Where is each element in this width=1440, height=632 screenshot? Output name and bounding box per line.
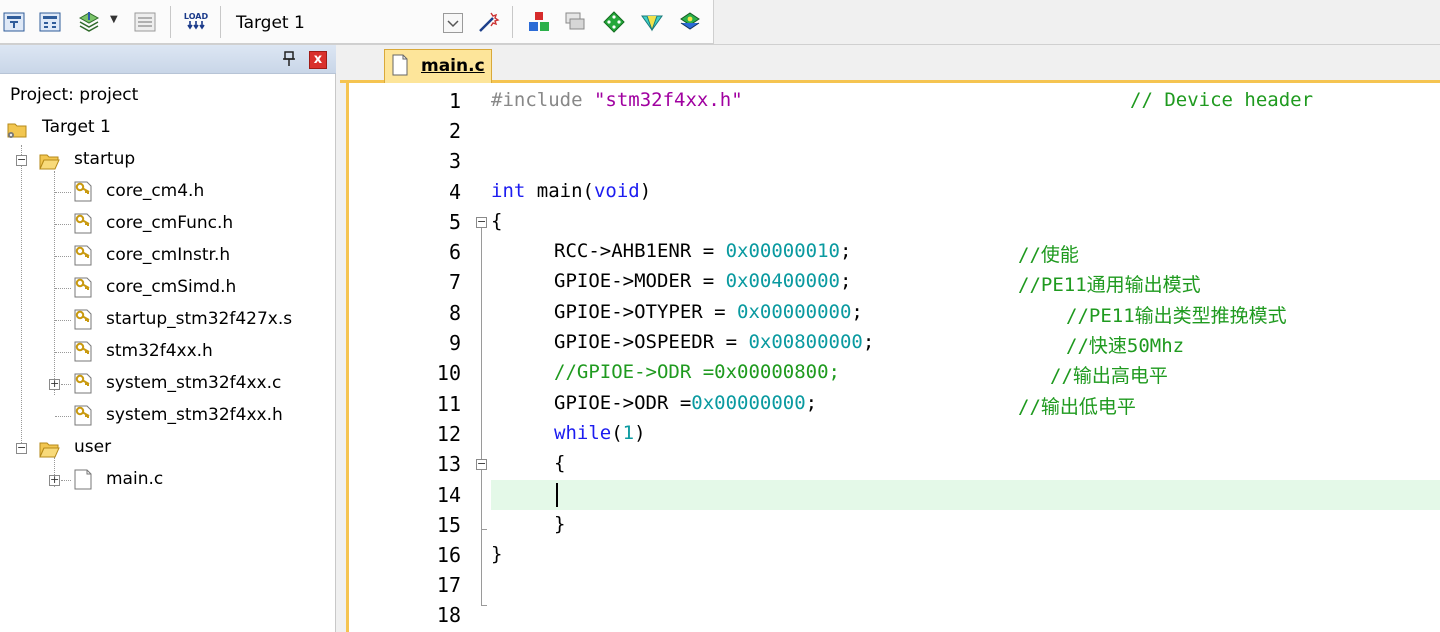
line-number: 2 (448, 119, 461, 143)
svg-text:LOAD: LOAD (184, 12, 208, 21)
code-comment: //GPIOE->ODR =0x00000800; (554, 361, 840, 383)
build-toolbar: ▼ LOAD Target 1 (0, 0, 714, 44)
project-panel: x Project: project Target 1 − startup co… (0, 45, 336, 632)
tree-group-startup[interactable]: − startup (0, 145, 300, 175)
code-line: } (554, 513, 566, 535)
tree-file[interactable]: + system_stm32f4xx.c (0, 369, 300, 399)
tree-file[interactable]: core_cmSimd.h (0, 273, 300, 303)
code-line: GPIOE->OSPEEDR = 0x00800000; (554, 331, 875, 353)
pin-icon[interactable] (282, 51, 296, 67)
editor-tab-strip: main.c (340, 45, 1440, 83)
expand-icon[interactable]: + (49, 474, 60, 486)
target-select-dropdown[interactable] (443, 13, 463, 33)
code-line: { (491, 210, 503, 232)
line-number: 6 (448, 240, 461, 264)
line-number: 11 (436, 392, 461, 416)
tree-file[interactable]: core_cmFunc.h (0, 209, 300, 239)
editor-area: main.c 1 2 3 4 5 6 7 8 9 10 11 12 13 14 … (340, 45, 1440, 632)
header-file-icon (72, 275, 94, 299)
tree-item-target[interactable]: Target 1 (0, 113, 300, 143)
main-toolbar: ▼ LOAD Target 1 (0, 0, 1440, 45)
code-comment: //输出高电平 (1050, 365, 1168, 387)
line-number: 9 (448, 331, 461, 355)
code-line: RCC->AHB1ENR = 0x00000010; (554, 240, 852, 262)
code-comment: //使能 (1018, 244, 1079, 266)
line-number: 17 (436, 573, 461, 597)
c-file-icon (72, 467, 94, 491)
code-line: GPIOE->ODR =0x00000000; (554, 392, 818, 414)
line-number: 3 (448, 149, 461, 173)
tree-file[interactable]: core_cm4.h (0, 177, 300, 207)
pack-installer-icon[interactable] (602, 10, 626, 34)
line-number: 4 (448, 180, 461, 204)
fold-collapse-icon[interactable]: − (476, 458, 487, 470)
code-comment: //PE11通用输出模式 (1018, 274, 1201, 296)
code-line: GPIOE->MODER = 0x00400000; (554, 270, 852, 292)
line-number: 15 (436, 513, 461, 537)
document-icon (391, 54, 409, 76)
line-number: 5 (448, 210, 461, 234)
text-caret (556, 483, 558, 507)
header-file-icon (72, 339, 94, 363)
target-options-icon[interactable] (476, 10, 500, 34)
batch-build-icon[interactable] (77, 10, 101, 34)
project-panel-titlebar: x (0, 45, 336, 74)
code-line: GPIOE->OTYPER = 0x00000000; (554, 301, 863, 323)
collapse-icon[interactable]: − (16, 442, 27, 454)
line-number: 1 (448, 89, 461, 113)
close-panel-button[interactable]: x (309, 51, 327, 69)
translate-icon[interactable] (2, 10, 26, 34)
tree-group-user[interactable]: − user (0, 433, 300, 463)
open-folder-icon (38, 148, 60, 172)
line-number: 13 (436, 452, 461, 476)
rebuild-icon[interactable] (133, 10, 157, 34)
collapse-icon[interactable]: − (16, 154, 27, 166)
code-line: int main(void) (491, 180, 652, 202)
source-file-icon (72, 371, 94, 395)
code-comment: // Device header (1130, 89, 1314, 111)
fold-collapse-icon[interactable]: − (476, 216, 487, 228)
select-packs-icon[interactable] (640, 10, 664, 34)
header-file-icon (72, 403, 94, 427)
line-number: 12 (436, 422, 461, 446)
header-file-icon (72, 243, 94, 267)
code-line: #include "stm32f4xx.h" (491, 89, 743, 111)
tree-file[interactable]: core_cmInstr.h (0, 241, 300, 271)
tab-main-c[interactable]: main.c (384, 49, 492, 83)
code-line: while(1) (554, 422, 646, 444)
current-line-highlight (491, 480, 1440, 510)
download-load-icon[interactable]: LOAD (184, 10, 208, 34)
code-line: { (554, 452, 566, 474)
manage-rte-icon[interactable] (678, 10, 702, 34)
line-number: 8 (448, 301, 461, 325)
file-extensions-icon[interactable] (563, 10, 587, 34)
tree-file[interactable]: + main.c (0, 465, 300, 495)
line-number: 14 (436, 483, 461, 507)
code-comment: //输出低电平 (1018, 396, 1136, 418)
build-icon[interactable] (38, 10, 62, 34)
tree-file[interactable]: stm32f4xx.h (0, 337, 300, 367)
line-number: 10 (436, 361, 461, 385)
code-editor[interactable]: 1 2 3 4 5 6 7 8 9 10 11 12 13 14 15 16 1… (346, 83, 1440, 632)
expand-icon[interactable]: + (49, 378, 60, 390)
chevron-down-icon[interactable]: ▼ (110, 14, 118, 25)
tree-file[interactable]: startup_stm32f427x.s (0, 305, 300, 335)
header-file-icon (72, 179, 94, 203)
code-comment: //快速50Mhz (1066, 335, 1185, 357)
manage-project-icon[interactable] (527, 10, 551, 34)
target-folder-icon (6, 116, 28, 140)
tree-file[interactable]: system_stm32f4xx.h (0, 401, 300, 431)
header-file-icon (72, 211, 94, 235)
source-file-icon (72, 307, 94, 331)
line-number-gutter: 1 2 3 4 5 6 7 8 9 10 11 12 13 14 15 16 1… (349, 83, 469, 632)
open-folder-icon (38, 436, 60, 460)
line-number: 16 (436, 543, 461, 567)
line-number: 7 (448, 270, 461, 294)
code-line: } (491, 543, 503, 565)
code-comment: //PE11输出类型推挽模式 (1066, 305, 1287, 327)
target-select-value[interactable]: Target 1 (236, 13, 305, 33)
line-number: 18 (436, 603, 461, 627)
